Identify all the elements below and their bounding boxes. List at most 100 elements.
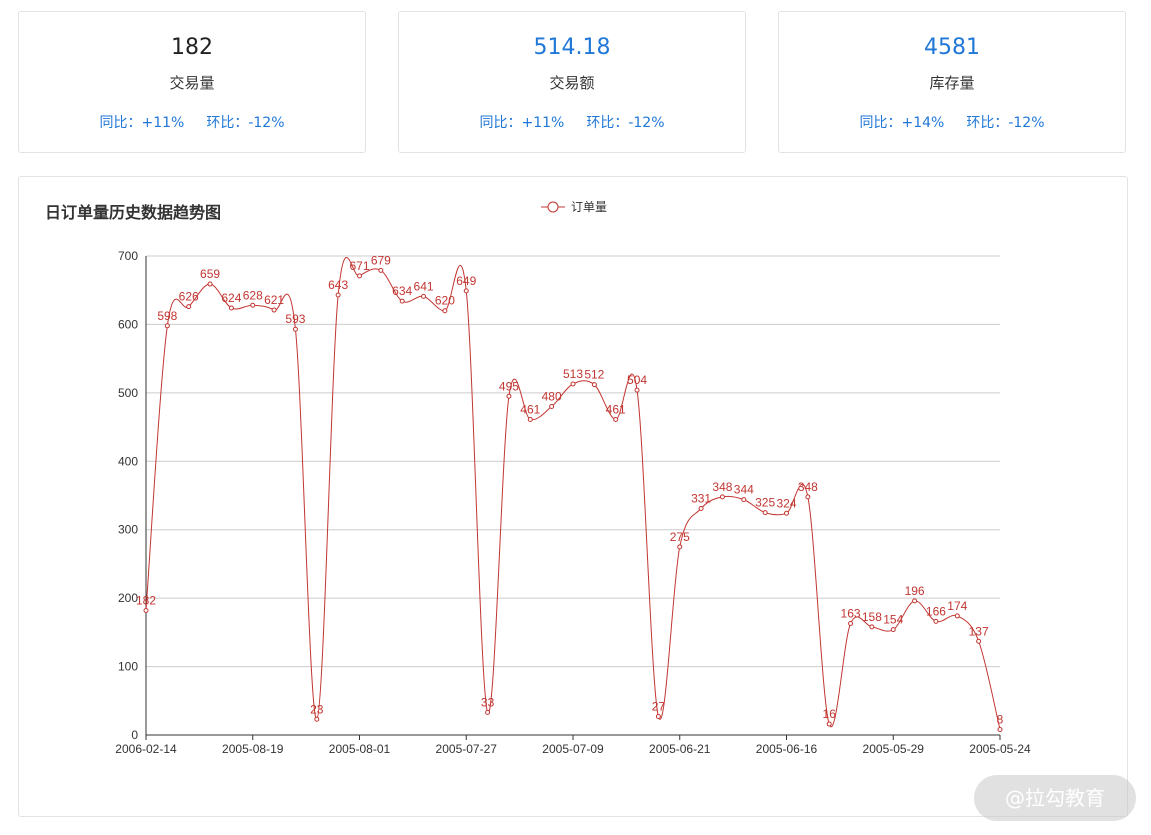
y-tick-label: 700 [118,249,138,263]
stat-value: 514.18 [533,35,611,60]
data-point [271,307,277,313]
stat-yoy: 同比：+11% [479,115,565,131]
data-point [719,494,725,500]
data-point [976,638,982,644]
stat-value: 4581 [924,35,980,60]
data-point [527,417,533,423]
data-label: 16 [823,707,837,721]
x-tick-label: 2005-08-01 [329,742,391,756]
data-label: 620 [435,294,455,308]
legend-label: 订单量 [571,200,607,214]
y-tick-label: 400 [118,454,138,468]
stat-label: 交易量 [169,74,215,92]
data-point [826,721,832,727]
data-label: 8 [997,713,1004,727]
data-point [335,292,341,298]
stat-yoy: 同比：+14% [859,115,945,131]
data-label: 480 [542,390,562,404]
stat-label: 交易额 [549,74,595,92]
data-label: 628 [243,288,263,302]
x-tick-label: 2005-06-21 [649,742,711,756]
stat-comparison: 同比：+11% 环比：-12% [19,113,365,133]
watermark: @拉勾教育 [974,775,1136,821]
data-label: 174 [947,599,967,613]
data-point [848,620,854,626]
data-label: 275 [670,530,690,544]
data-label: 182 [136,593,156,607]
data-point [933,618,939,624]
data-point [463,288,469,294]
data-label: 643 [328,278,348,292]
data-point [164,323,170,329]
data-label: 641 [414,279,434,293]
data-point [912,598,918,604]
y-tick-label: 100 [118,660,138,674]
stat-mom: 环比：-12% [586,115,665,131]
x-tick-label: 2005-06-16 [756,742,818,756]
chart-panel: 日订单量历史数据趋势图 0 100 200 300 400 500 600 700 2006-0… [18,176,1128,817]
data-point [314,716,320,722]
data-point [143,607,149,613]
data-label: 634 [392,284,412,298]
data-point [805,494,811,500]
data-label: 626 [179,290,199,304]
data-point [506,393,512,399]
data-label: 154 [883,613,903,627]
data-label: 649 [456,274,476,288]
data-point [186,304,192,310]
data-point [677,544,683,550]
data-label: 621 [264,293,284,307]
x-tick-label: 2005-07-09 [542,742,604,756]
data-point [378,267,384,273]
stat-card-inventory: 4581 库存量 同比：+14% 环比：-12% [778,11,1126,153]
data-label: 33 [481,695,495,709]
data-point [655,714,661,720]
data-point [357,273,362,279]
data-point [784,510,789,516]
data-point [399,298,405,304]
data-label: 671 [349,259,369,273]
data-label: 324 [776,496,796,510]
x-tick-label: 2006-02-14 [115,742,177,756]
data-point [634,387,640,393]
data-point [207,281,213,287]
data-label: 196 [905,584,925,598]
data-label: 504 [627,373,647,387]
stat-mom: 环比：-12% [966,115,1045,131]
data-point [890,627,896,633]
data-point [421,293,427,299]
data-label: 166 [926,604,946,618]
stat-label: 库存量 [929,74,975,92]
data-point [292,326,298,332]
data-point [228,305,234,311]
data-label: 598 [157,309,177,323]
data-point [591,382,597,388]
data-point [741,497,747,503]
data-label: 513 [563,367,583,381]
stat-comparison: 同比：+14% 环比：-12% [779,113,1125,133]
data-point [869,624,875,630]
series-line [145,257,1001,730]
y-tick-label: 600 [118,317,138,331]
data-label: 331 [691,492,711,506]
y-tick-label: 0 [131,728,138,742]
data-label: 495 [499,379,519,393]
data-point [250,302,256,308]
data-point [997,727,1003,733]
order-trend-chart: 01002003004005006007002006-02-14 2005-08-… [115,200,1031,756]
data-label: 461 [520,403,540,417]
stat-yoy: 同比：+11% [99,115,185,131]
data-label: 348 [712,480,732,494]
legend-marker [547,201,559,213]
data-label: 461 [606,403,626,417]
data-label: 348 [798,480,818,494]
y-tick-label: 500 [118,386,138,400]
data-point [762,510,768,516]
data-point [613,417,619,423]
data-label: 624 [221,291,241,305]
x-tick-label: 2005-05-29 [863,742,925,756]
data-point [954,613,960,619]
data-label: 659 [200,267,220,281]
stat-mom: 环比：-12% [206,115,285,131]
data-label: 344 [734,483,754,497]
